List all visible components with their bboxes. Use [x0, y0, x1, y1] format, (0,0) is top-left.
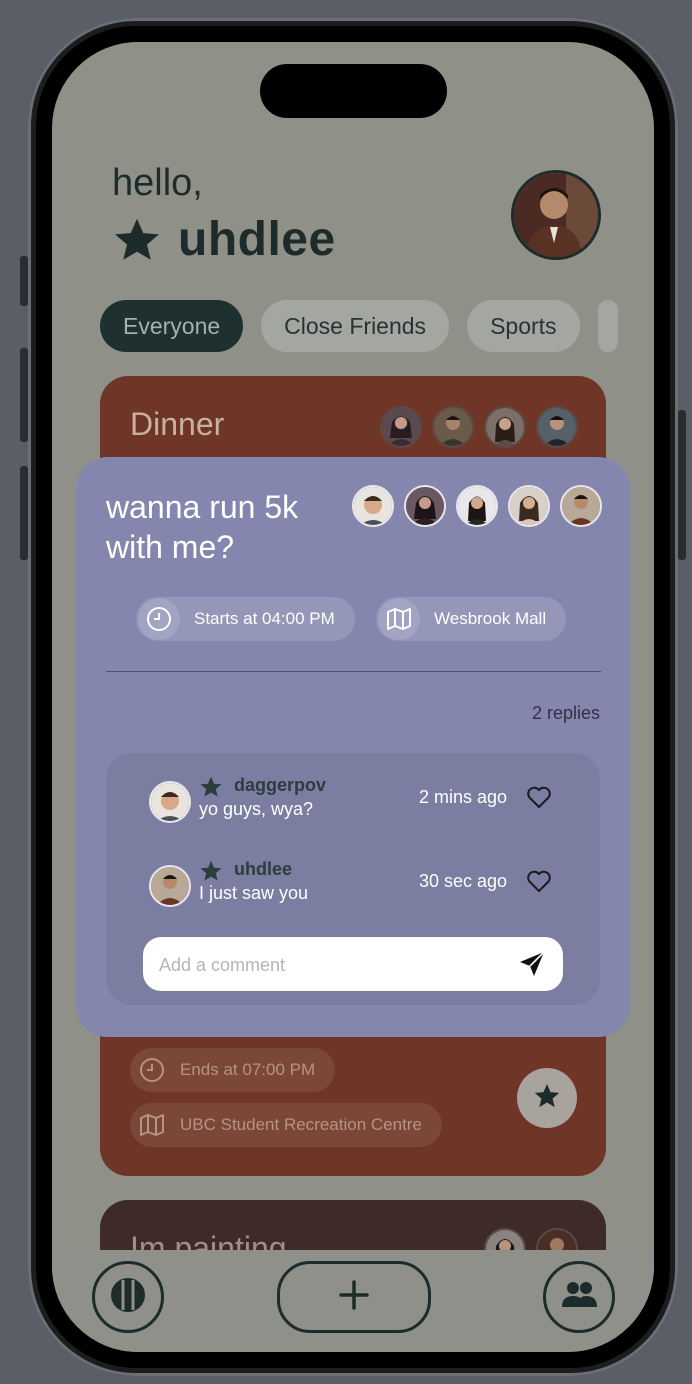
- comment-input-box: [143, 937, 563, 993]
- participant-avatar[interactable]: [508, 485, 550, 527]
- clock-icon: [138, 1056, 166, 1084]
- replies-count: 2 replies: [531, 703, 600, 723]
- comments-section: daggerpov yo guys, wya? 2 mins ago uhdle…: [106, 753, 600, 1005]
- star-icon: [199, 859, 223, 883]
- filter-chip-more[interactable]: [597, 300, 618, 352]
- dinner-end-time: Ends at 07:00 PM: [180, 1060, 316, 1079]
- comment-timestamp: 2 mins ago: [419, 787, 508, 807]
- feed-button[interactable]: [92, 1261, 164, 1333]
- start-time-pill: Starts at 04:00 PM: [136, 597, 355, 641]
- start-time: Starts at 04:00 PM: [194, 609, 335, 628]
- send-icon[interactable]: [517, 949, 547, 979]
- username: uhdlee: [178, 213, 336, 266]
- comment-item: uhdlee I just saw you 30 sec ago: [149, 859, 569, 907]
- location: Wesbrook Mall: [434, 609, 547, 628]
- participant-avatar: [380, 406, 422, 448]
- dinner-card-title: Dinner: [130, 406, 225, 442]
- comment-timestamp: 30 sec ago: [419, 871, 508, 891]
- star-icon: [199, 775, 223, 799]
- comment-avatar[interactable]: [149, 781, 191, 823]
- filter-chips: Everyone Close Friends Sports: [100, 300, 618, 352]
- friends-icon: [559, 1275, 599, 1320]
- comment-text: yo guys, wya?: [199, 799, 314, 819]
- heart-icon[interactable]: [525, 783, 553, 811]
- dinner-end-time-pill: Ends at 07:00 PM: [130, 1048, 336, 1092]
- filter-chip-everyone[interactable]: Everyone: [100, 300, 244, 352]
- participant-avatar[interactable]: [352, 485, 394, 527]
- star-icon: [112, 215, 162, 265]
- plus-icon: [338, 1279, 370, 1316]
- dinner-location: UBC Student Recreation Centre: [180, 1115, 422, 1134]
- comment-item: daggerpov yo guys, wya? 2 mins ago: [149, 775, 569, 823]
- comment-username[interactable]: daggerpov: [234, 775, 326, 796]
- dinner-location-pill: UBC Student Recreation Centre: [130, 1103, 442, 1147]
- filter-chip-sports[interactable]: Sports: [467, 300, 580, 352]
- comment-input[interactable]: [157, 937, 501, 993]
- dinner-participants: [380, 406, 578, 448]
- participant-avatar[interactable]: [560, 485, 602, 527]
- filter-chip-close-friends[interactable]: Close Friends: [261, 300, 450, 352]
- star-icon: [533, 1082, 561, 1115]
- comment-avatar[interactable]: [149, 865, 191, 907]
- participant-avatar: [432, 406, 474, 448]
- comment-username[interactable]: uhdlee: [234, 859, 292, 880]
- volume-up-button: [20, 348, 28, 442]
- favorite-button[interactable]: [517, 1068, 577, 1128]
- map-icon: [378, 598, 420, 640]
- add-activity-button[interactable]: [277, 1261, 431, 1333]
- activity-detail-modal: wanna run 5k with me? Starts at 04:00 PM…: [76, 457, 630, 1037]
- clock-icon: [138, 598, 180, 640]
- power-button: [678, 410, 686, 560]
- map-icon: [138, 1111, 166, 1139]
- volume-down-button: [20, 466, 28, 560]
- heart-icon[interactable]: [525, 867, 553, 895]
- location-pill[interactable]: Wesbrook Mall: [376, 597, 567, 641]
- participant-avatar: [536, 406, 578, 448]
- participant-avatar[interactable]: [456, 485, 498, 527]
- divider: [106, 671, 601, 672]
- participant-avatar[interactable]: [404, 485, 446, 527]
- participant-avatar: [484, 406, 526, 448]
- activity-participants: [352, 485, 602, 527]
- friends-button[interactable]: [543, 1261, 615, 1333]
- dynamic-island: [260, 64, 447, 118]
- profile-avatar[interactable]: [511, 170, 601, 260]
- phone-screen: hello, uhdlee Everyone Close Friends Spo…: [52, 42, 654, 1352]
- feed-icon: [108, 1275, 148, 1320]
- user-heading: uhdlee: [112, 212, 336, 267]
- activity-title: wanna run 5k with me?: [106, 489, 299, 565]
- comment-text: I just saw you: [199, 883, 309, 903]
- mute-switch: [20, 256, 28, 306]
- greeting: hello,: [112, 162, 203, 204]
